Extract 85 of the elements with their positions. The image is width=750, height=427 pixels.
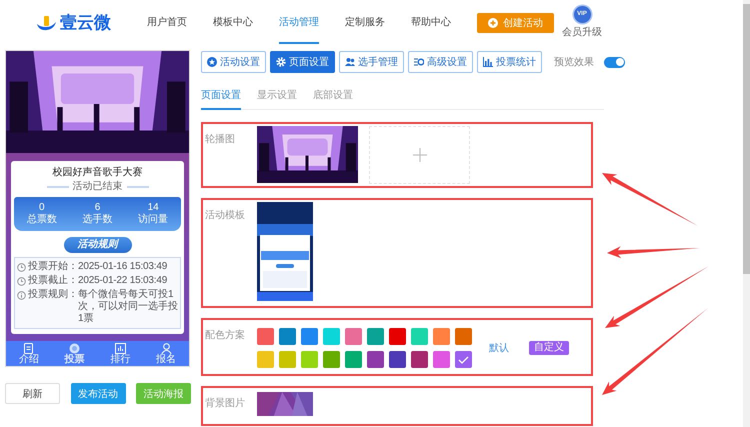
info-value: 2025-01-16 15:03:49	[78, 261, 168, 273]
color-swatch[interactable]	[389, 351, 406, 368]
info-value: 2025-01-22 15:03:49	[78, 275, 168, 287]
field-label: 配色方案	[205, 328, 246, 343]
stat-label: 总票数	[26, 214, 58, 226]
tab-item[interactable]: 介绍	[6, 341, 52, 366]
document-icon	[23, 342, 34, 354]
color-swatch[interactable]	[301, 328, 318, 345]
toolbar-button[interactable]: 高级设置	[408, 51, 473, 73]
stat-value: 0	[38, 202, 46, 214]
subtab[interactable]: 显示设置	[257, 85, 297, 110]
plus-icon	[488, 18, 498, 28]
create-activity-button[interactable]: 创建活动	[477, 12, 554, 32]
nav-link[interactable]: 模板中心	[213, 1, 253, 44]
nav-link[interactable]: 活动管理	[279, 1, 319, 44]
field-label: 轮播图	[205, 132, 236, 147]
toolbar-button[interactable]: 页面设置	[270, 51, 335, 73]
nav-link[interactable]: 用户首页	[147, 1, 187, 44]
rules-button[interactable]: 活动规则	[64, 237, 132, 253]
stat-value: 6	[94, 202, 102, 214]
info-icon	[17, 290, 26, 300]
field-label: 背景图片	[205, 396, 246, 411]
logo-text: 壹云微	[60, 12, 111, 34]
color-swatch[interactable]	[455, 351, 472, 368]
color-swatch[interactable]	[279, 328, 296, 345]
settings-icon	[276, 57, 286, 67]
color-swatch[interactable]	[257, 351, 274, 368]
settings-icon	[414, 57, 424, 67]
stat-label: 访问量	[137, 214, 170, 226]
preview-toggle[interactable]	[604, 56, 625, 68]
bar-chart-icon	[483, 57, 493, 67]
color-swatch[interactable]	[367, 328, 384, 345]
publish-button[interactable]: 发布活动	[70, 383, 126, 404]
color-swatch[interactable]	[345, 328, 362, 345]
star-icon	[207, 57, 217, 67]
color-swatch[interactable]	[411, 328, 428, 345]
info-label: 投票截止：	[28, 275, 78, 287]
person-icon	[160, 342, 172, 354]
subtab[interactable]: 页面设置	[201, 85, 241, 110]
status-label: 活动已结束	[72, 181, 122, 193]
default-link[interactable]: 默认	[489, 341, 509, 355]
scrollbar[interactable]	[743, 0, 750, 427]
tab-item[interactable]: 投票	[52, 341, 98, 366]
people-icon	[345, 57, 355, 67]
stat-label: 选手数	[82, 214, 114, 226]
color-swatch[interactable]	[433, 351, 450, 368]
color-swatch[interactable]	[323, 351, 340, 368]
activity-title: 校园好声音歌手大赛	[52, 166, 144, 180]
check-icon	[458, 356, 469, 364]
poster-button[interactable]: 活动海报	[136, 383, 191, 404]
circle-icon	[69, 342, 80, 354]
tab-item[interactable]: 排行	[98, 341, 144, 366]
stat-value: 14	[146, 202, 160, 214]
toolbar-button[interactable]: 投票统计	[477, 51, 542, 73]
color-swatch[interactable]	[389, 328, 406, 345]
field-label: 活动模板	[205, 208, 246, 223]
toolbar-button[interactable]: 选手管理	[339, 51, 404, 73]
clock-icon	[17, 276, 26, 286]
color-swatch[interactable]	[279, 351, 296, 368]
chart-icon	[114, 342, 126, 354]
color-swatch[interactable]	[301, 351, 318, 368]
info-label: 投票规则：	[28, 289, 78, 301]
color-swatch[interactable]	[257, 328, 274, 345]
color-swatch[interactable]	[411, 351, 428, 368]
logo-icon	[35, 14, 57, 32]
tab-item[interactable]: 报名	[143, 341, 189, 366]
upload-slot[interactable]	[369, 126, 470, 184]
color-swatch[interactable]	[455, 328, 472, 345]
toolbar-button[interactable]: 活动设置	[201, 51, 266, 73]
info-label: 投票开始：	[28, 261, 78, 273]
clock-icon	[17, 262, 26, 272]
refresh-button[interactable]: 刷新	[5, 383, 60, 404]
color-swatch[interactable]	[345, 351, 362, 368]
subtab[interactable]: 底部设置	[313, 85, 353, 110]
nav-link[interactable]: 定制服务	[345, 1, 385, 44]
custom-button[interactable]: 自定义	[529, 341, 569, 355]
info-value: 每个微信号每天可投1次，可以对同一选手投1票	[78, 289, 178, 325]
color-swatch[interactable]	[323, 328, 340, 345]
template-preview-drawing[interactable]	[257, 202, 313, 301]
plus-icon	[412, 148, 426, 162]
color-swatch[interactable]	[433, 328, 450, 345]
color-swatch[interactable]	[367, 351, 384, 368]
nav-link[interactable]: 帮助中心	[411, 1, 451, 44]
vip-label[interactable]: 会员升级	[562, 25, 602, 39]
preview-label: 预览效果	[554, 56, 594, 69]
